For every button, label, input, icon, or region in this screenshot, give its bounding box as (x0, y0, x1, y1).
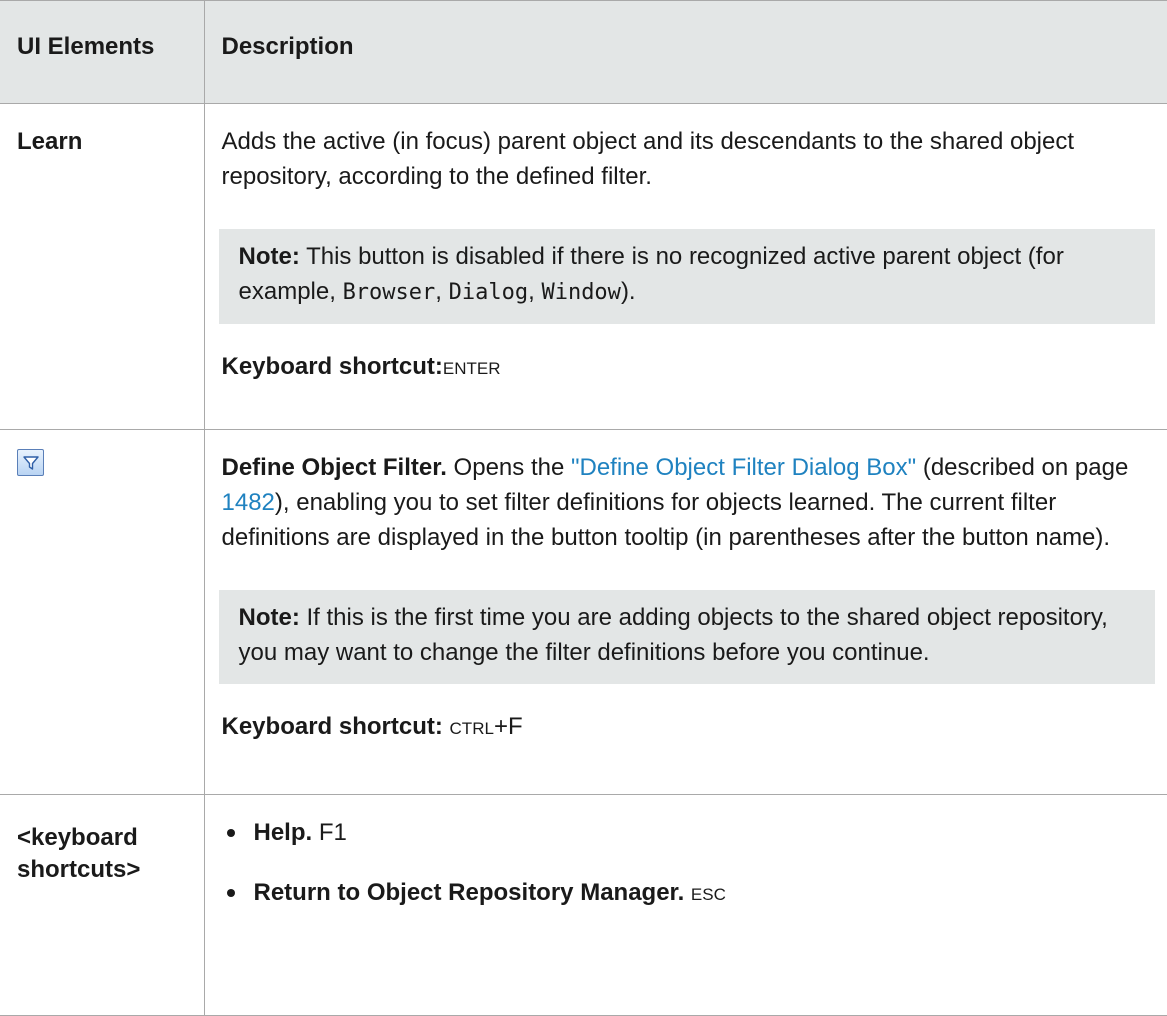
note-label: Note: (238, 243, 300, 270)
description-text: ), enabling you to set filter definition… (221, 489, 1111, 551)
ui-elements-table: UI Elements Description Learn Adds the a… (0, 0, 1167, 1016)
table-row-learn: Learn Adds the active (in focus) parent … (0, 103, 1167, 430)
separator: , (528, 278, 542, 305)
keyboard-shortcut-rest: +F (493, 713, 523, 740)
keyboard-shortcut-line: Keyboard shortcut: Ctrl+F (222, 709, 1152, 744)
shortcut-item-value: Esc (690, 879, 726, 906)
note-box: Note: This button is disabled if there i… (218, 229, 1155, 324)
separator: , (435, 278, 449, 305)
keyboard-shortcut-line: Keyboard shortcut:Enter (222, 349, 1152, 384)
keyboard-shortcut-value: Enter (442, 353, 501, 380)
note-text-end: ). (620, 278, 636, 305)
define-filter-title: Define Object Filter. (221, 454, 447, 481)
element-cell: Learn (0, 103, 205, 430)
keyboard-shortcut-label: Keyboard shortcut: (221, 353, 443, 380)
code-window: Window (541, 280, 621, 305)
define-object-filter-link[interactable]: "Define Object Filter Dialog Box" (571, 454, 916, 481)
description-text: Opens the (446, 454, 571, 481)
header-ui-elements: UI Elements (0, 0, 205, 104)
shortcut-item-label: Return to Object Repository Manager. (253, 879, 685, 906)
list-item: Help. F1 (222, 815, 1152, 850)
shortcut-item-label: Help. (253, 819, 313, 846)
description-cell: Adds the active (in focus) parent object… (203, 103, 1167, 430)
bullet-icon (226, 889, 235, 897)
note-box: Note: If this is the first time you are … (218, 590, 1155, 684)
code-browser: Browser (342, 280, 436, 305)
keyboard-shortcut-label: Keyboard shortcut: (221, 713, 443, 740)
code-dialog: Dialog (448, 280, 529, 305)
header-description: Description (203, 0, 1167, 104)
filter-icon (17, 449, 44, 476)
element-name-keyboard-shortcuts: <keyboard shortcuts> (17, 824, 141, 883)
element-name-learn: Learn (17, 128, 83, 155)
list-item: Return to Object Repository Manager. Esc (222, 875, 1152, 910)
page-number-link[interactable]: 1482 (222, 489, 275, 516)
note-text: If this is the first time you are adding… (238, 604, 1108, 666)
element-cell (0, 429, 205, 795)
table-row-keyboard-shortcuts: <keyboard shortcuts> Help. F1 Return to … (0, 794, 1167, 1016)
table-header-row: UI Elements Description (0, 0, 1167, 104)
learn-description: Adds the active (in focus) parent object… (221, 128, 1075, 190)
shortcut-list: Help. F1 Return to Object Repository Man… (222, 815, 1152, 910)
note-label: Note: (238, 604, 300, 631)
keyboard-shortcut-key: Ctrl (449, 713, 494, 740)
bullet-icon (226, 829, 235, 837)
element-cell: <keyboard shortcuts> (0, 794, 205, 1016)
table-row-define-filter: Define Object Filter. Opens the "Define … (0, 429, 1167, 795)
description-text: (described on page (916, 454, 1129, 481)
define-filter-description: Define Object Filter. Opens the "Define … (222, 450, 1152, 555)
description-cell: Help. F1 Return to Object Repository Man… (203, 794, 1167, 1016)
description-cell: Define Object Filter. Opens the "Define … (203, 429, 1167, 795)
shortcut-item-value: F1 (318, 819, 347, 846)
